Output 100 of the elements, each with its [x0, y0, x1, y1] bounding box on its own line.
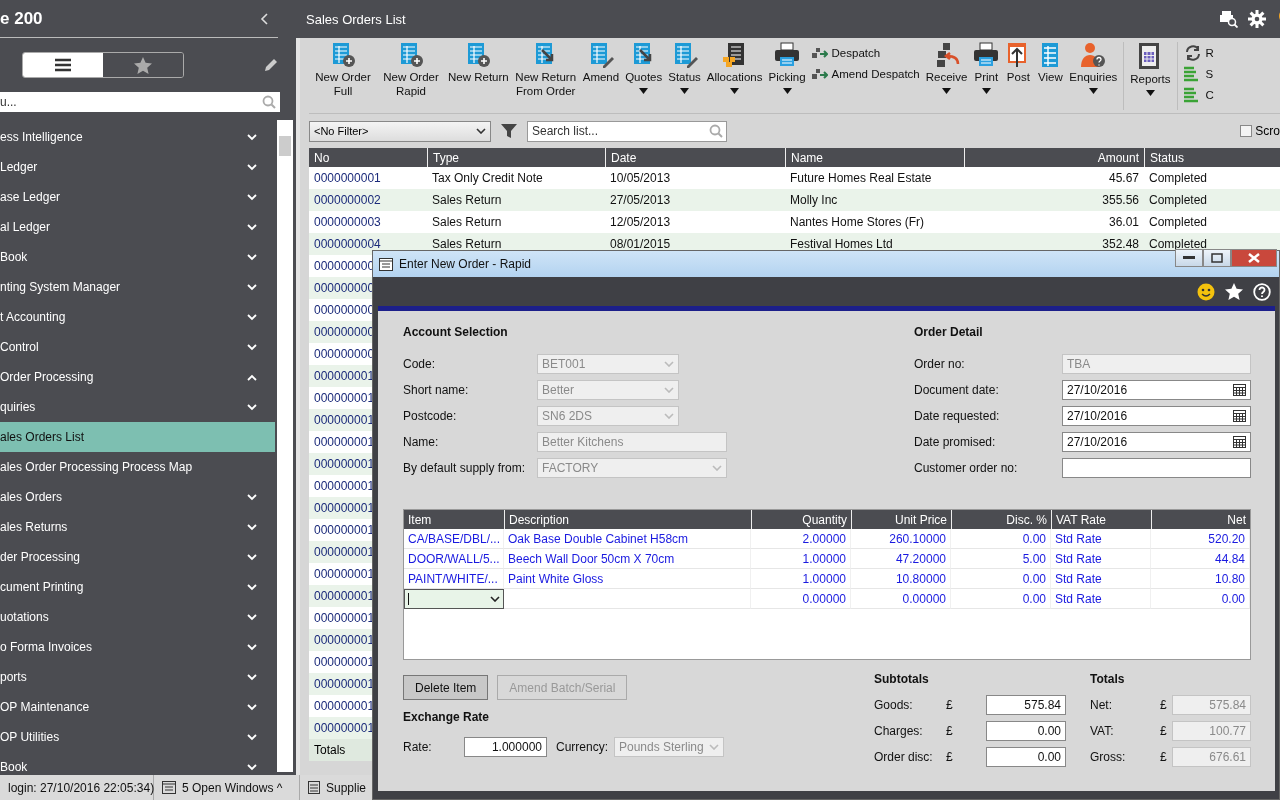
toolbar-button[interactable]: New Return	[445, 42, 512, 108]
toolbar-button[interactable]: Status	[665, 42, 704, 108]
toolbar-button[interactable]: Amend	[579, 42, 623, 108]
menu-item[interactable]: Ledger	[0, 152, 276, 182]
menu-item[interactable]: der Processing	[0, 542, 276, 572]
toolbar-button[interactable]: Amend Despatch	[811, 65, 920, 83]
menu-item[interactable]: Book	[0, 752, 276, 775]
table-cell: 1.00000	[751, 569, 851, 589]
table-cell: 47.20000	[851, 549, 951, 569]
toolbar-button[interactable]: New Order Full	[309, 42, 377, 108]
date-field[interactable]: 27/10/2016	[1062, 406, 1251, 426]
toolbar-button[interactable]: View	[1034, 42, 1067, 108]
currency-symbol: £	[946, 750, 954, 764]
login-status: login: 27/10/2016 22:05:34)	[0, 775, 154, 800]
table-cell: Sales Return	[427, 189, 605, 211]
amount-field[interactable]: 0.00	[986, 747, 1066, 767]
field-label: Order disc:	[874, 750, 934, 764]
table-cell: Completed	[1144, 211, 1280, 233]
toolbar-button[interactable]: Enquiries	[1066, 42, 1121, 108]
table-cell: Paint White Gloss	[504, 569, 751, 589]
menu-item[interactable]: nting System Manager	[0, 272, 276, 302]
menu-item[interactable]: cument Printing	[0, 572, 276, 602]
field-label: Net:	[1090, 698, 1113, 712]
column-header[interactable]: Quantity	[751, 510, 851, 529]
filter-dropdown[interactable]: <No Filter>	[309, 120, 491, 142]
menu-item[interactable]: ase Ledger	[0, 182, 276, 212]
page-title: Sales Orders List	[306, 11, 407, 27]
menu-item[interactable]: ales Orders	[0, 482, 276, 512]
column-header[interactable]: Description	[504, 510, 751, 529]
table-cell: DOOR/WALL/5...	[404, 549, 504, 569]
currency-symbol: £	[946, 724, 954, 738]
table-cell: Sales Return	[427, 211, 605, 233]
toolbar-button[interactable]: Quotes	[622, 42, 666, 108]
field-label: Date requested:	[914, 409, 1001, 423]
amount-field[interactable]: 575.84	[986, 695, 1066, 715]
menu-item[interactable]: ports	[0, 662, 276, 692]
action-button[interactable]: Delete Item	[403, 675, 489, 700]
menu-item[interactable]: Order Processing	[0, 362, 276, 392]
menu-item[interactable]: ales Order Processing Process Map	[0, 452, 276, 482]
toolbar-button[interactable]: Post	[1002, 42, 1035, 108]
currency-symbol: £	[1160, 750, 1168, 764]
menu-item[interactable]: Book	[0, 242, 276, 272]
table-cell: Std Rate	[1051, 549, 1151, 569]
toolbar-button[interactable]: Reports	[1127, 42, 1174, 108]
menu-item[interactable]: quiries	[0, 392, 276, 422]
amount-field[interactable]: 0.00	[986, 721, 1066, 741]
table-cell: 0.00000	[851, 589, 951, 609]
table-cell: 0000000003	[309, 211, 427, 233]
currency-symbol: £	[1160, 724, 1168, 738]
menu-item[interactable]: o Forma Invoices	[0, 632, 276, 662]
rate-field[interactable]: 1.000000	[464, 737, 547, 757]
table-cell: 44.84	[1151, 549, 1250, 569]
field-label: Date promised:	[914, 435, 997, 449]
toolbar-button[interactable]: R	[1183, 44, 1214, 62]
table-cell: 2.00000	[751, 529, 851, 549]
menu-item[interactable]: al Ledger	[0, 212, 276, 242]
column-header[interactable]: Date	[605, 148, 785, 167]
menu-item[interactable]: OP Utilities	[0, 722, 276, 752]
column-header[interactable]: Net	[1151, 510, 1250, 529]
menu-item[interactable]: t Accounting	[0, 302, 276, 332]
column-header[interactable]: Name	[785, 148, 964, 167]
menu-item[interactable]: Control	[0, 332, 276, 362]
table-cell: Completed	[1144, 167, 1280, 189]
app-title: e 200	[0, 8, 43, 29]
section-heading: Order Detail	[914, 325, 984, 341]
table-cell: 12/05/2013	[605, 211, 785, 233]
field-label: Document date:	[914, 383, 1000, 397]
column-header[interactable]: Type	[427, 148, 605, 167]
table-cell: 5.00	[951, 549, 1051, 569]
menu-item[interactable]: uotations	[0, 602, 276, 632]
date-field[interactable]: 27/10/2016	[1062, 380, 1251, 400]
toolbar-button[interactable]: S	[1183, 65, 1214, 83]
toolbar-button[interactable]: Allocations	[703, 42, 766, 108]
menu-search-field[interactable]: u...	[0, 92, 280, 112]
date-field[interactable]: 27/10/2016	[1062, 432, 1251, 452]
toolbar-button[interactable]: Print	[970, 42, 1003, 108]
menu-item[interactable]: OP Maintenance	[0, 692, 276, 722]
toolbar-button[interactable]: Picking	[765, 42, 809, 108]
column-header[interactable]: Status	[1144, 148, 1280, 167]
column-header[interactable]: No	[309, 148, 427, 167]
field-label: VAT:	[1090, 724, 1115, 738]
scroll-checkbox[interactable]: Scro	[1240, 124, 1280, 138]
list-search-field[interactable]: Search list...	[527, 120, 727, 142]
menu-item[interactable]: ales Orders List	[0, 422, 276, 452]
toolbar-button[interactable]: New Order Rapid	[377, 42, 445, 108]
column-header[interactable]: VAT Rate	[1051, 510, 1151, 529]
column-header[interactable]: Unit Price	[851, 510, 951, 529]
open-windows-button[interactable]: 5 Open Windows ^	[154, 775, 300, 800]
menu-item[interactable]: ess Intelligence	[0, 122, 276, 152]
field-label: Order no:	[914, 357, 966, 371]
table-cell: 10.80	[1151, 569, 1250, 589]
toolbar-button[interactable]: C	[1183, 86, 1214, 104]
column-header[interactable]: Amount	[964, 148, 1144, 167]
column-header[interactable]: Item	[404, 510, 504, 529]
field-label: Gross:	[1090, 750, 1127, 764]
toolbar-button[interactable]: Receive	[922, 42, 971, 108]
column-header[interactable]: Disc. %	[951, 510, 1051, 529]
toolbar-button[interactable]: New Return From Order	[511, 42, 580, 108]
menu-item[interactable]: ales Returns	[0, 512, 276, 542]
toolbar-button[interactable]: Despatch	[811, 44, 920, 62]
